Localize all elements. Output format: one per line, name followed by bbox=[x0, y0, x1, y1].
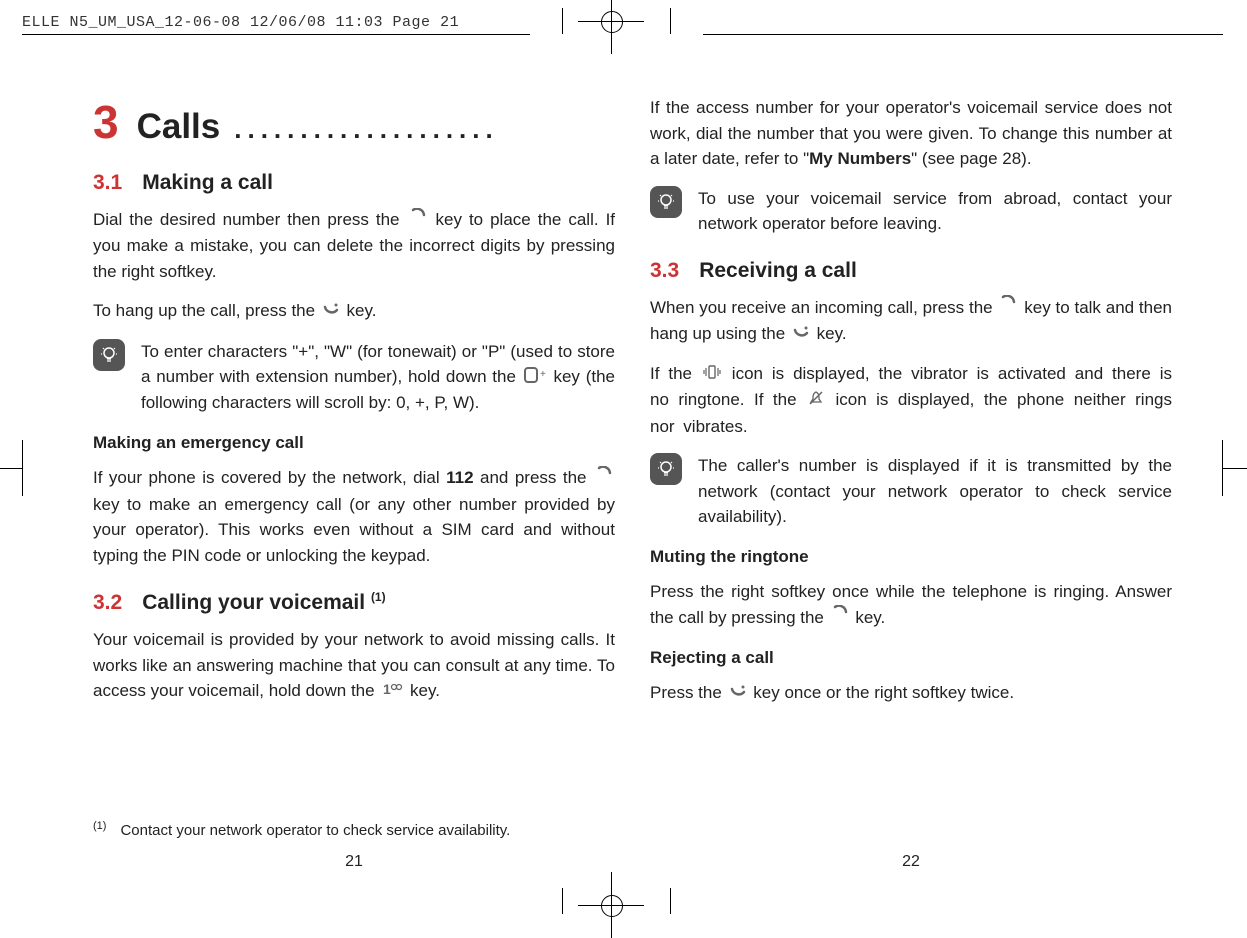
chapter-heading: 3 Calls .................... bbox=[93, 95, 615, 149]
section-heading: 3.2 Calling your voicemail (1) bbox=[93, 590, 615, 615]
end-key-icon bbox=[729, 681, 747, 707]
my-numbers-ref: My Numbers bbox=[809, 149, 911, 168]
crop-mark bbox=[0, 468, 22, 469]
subsection-heading: Muting the ringtone bbox=[650, 544, 1172, 570]
footnote-ref: (1) bbox=[371, 590, 386, 604]
chapter-number: 3 bbox=[93, 95, 119, 149]
page-right: If the access number for your operator's… bbox=[650, 65, 1172, 885]
subsection-heading: Rejecting a call bbox=[650, 645, 1172, 671]
call-key-icon bbox=[409, 208, 427, 234]
end-key-icon bbox=[792, 322, 810, 348]
footnote: (1)Contact your network operator to chec… bbox=[93, 820, 510, 839]
body-text: To hang up the call, press the key. bbox=[93, 298, 615, 324]
sheet: ELLE N5_UM_USA_12-06-08 12/06/08 11:03 P… bbox=[0, 0, 1247, 922]
crop-mark bbox=[22, 34, 530, 35]
tip-text: To use your voicemail service from abroa… bbox=[698, 186, 1172, 237]
crop-mark bbox=[670, 888, 671, 914]
registration-mark-icon bbox=[598, 892, 624, 918]
lightbulb-icon bbox=[650, 453, 682, 485]
crop-mark bbox=[670, 8, 671, 34]
chapter-title: Calls bbox=[137, 107, 221, 147]
svg-text:+: + bbox=[540, 369, 546, 380]
zero-key-icon: + bbox=[524, 365, 546, 391]
end-key-icon bbox=[322, 299, 340, 325]
section-title: Making a call bbox=[142, 171, 273, 194]
section-number: 3.3 bbox=[650, 259, 679, 282]
body-text: Press the right softkey once while the t… bbox=[650, 579, 1172, 631]
section-title: Calling your voicemail bbox=[142, 591, 371, 614]
section-number: 3.1 bbox=[93, 171, 122, 194]
crop-mark bbox=[562, 8, 563, 34]
tip-box: To enter characters "+", "W" (for tonewa… bbox=[93, 339, 615, 416]
section-heading: 3.3 Receiving a call bbox=[650, 259, 1172, 283]
vibrate-icon bbox=[703, 362, 721, 388]
tip-text: To enter characters "+", "W" (for tonewa… bbox=[141, 339, 615, 416]
body-text: If your phone is covered by the network,… bbox=[93, 465, 615, 568]
svg-text:1: 1 bbox=[383, 681, 391, 697]
page-left: 3 Calls .................... 3.1 Making a… bbox=[93, 65, 615, 885]
call-key-icon bbox=[595, 466, 613, 492]
body-text: If the access number for your operator's… bbox=[650, 95, 1172, 172]
emergency-number: 112 bbox=[446, 468, 473, 487]
page-number: 22 bbox=[650, 853, 1172, 871]
section-title: Receiving a call bbox=[699, 259, 857, 282]
body-text: If the icon is displayed, the vibrator i… bbox=[650, 361, 1172, 439]
lightbulb-icon bbox=[650, 186, 682, 218]
call-key-icon bbox=[999, 295, 1017, 321]
body-text: When you receive an incoming call, press… bbox=[650, 295, 1172, 348]
section-heading: 3.1 Making a call bbox=[93, 171, 615, 195]
body-text: Press the key once or the right softkey … bbox=[650, 680, 1172, 706]
tip-box: To use your voicemail service from abroa… bbox=[650, 186, 1172, 237]
body-text: Dial the desired number then press the k… bbox=[93, 207, 615, 284]
print-header: ELLE N5_UM_USA_12-06-08 12/06/08 11:03 P… bbox=[22, 14, 459, 31]
body-text: Your voicemail is provided by your netwo… bbox=[93, 627, 615, 704]
subsection-heading: Making an emergency call bbox=[93, 430, 615, 456]
call-key-icon bbox=[831, 605, 849, 631]
crop-mark bbox=[1223, 468, 1247, 469]
tip-text: The caller's number is displayed if it i… bbox=[698, 453, 1172, 530]
leader-dots: .................... bbox=[234, 114, 615, 145]
silent-icon bbox=[808, 388, 824, 414]
tip-box: The caller's number is displayed if it i… bbox=[650, 453, 1172, 530]
lightbulb-icon bbox=[93, 339, 125, 371]
registration-mark-icon bbox=[598, 8, 624, 34]
crop-mark bbox=[562, 888, 563, 914]
crop-mark bbox=[703, 34, 1223, 35]
page-number: 21 bbox=[93, 853, 615, 871]
section-number: 3.2 bbox=[93, 591, 122, 614]
one-key-icon: 1 bbox=[381, 679, 403, 705]
crop-mark bbox=[22, 440, 23, 496]
